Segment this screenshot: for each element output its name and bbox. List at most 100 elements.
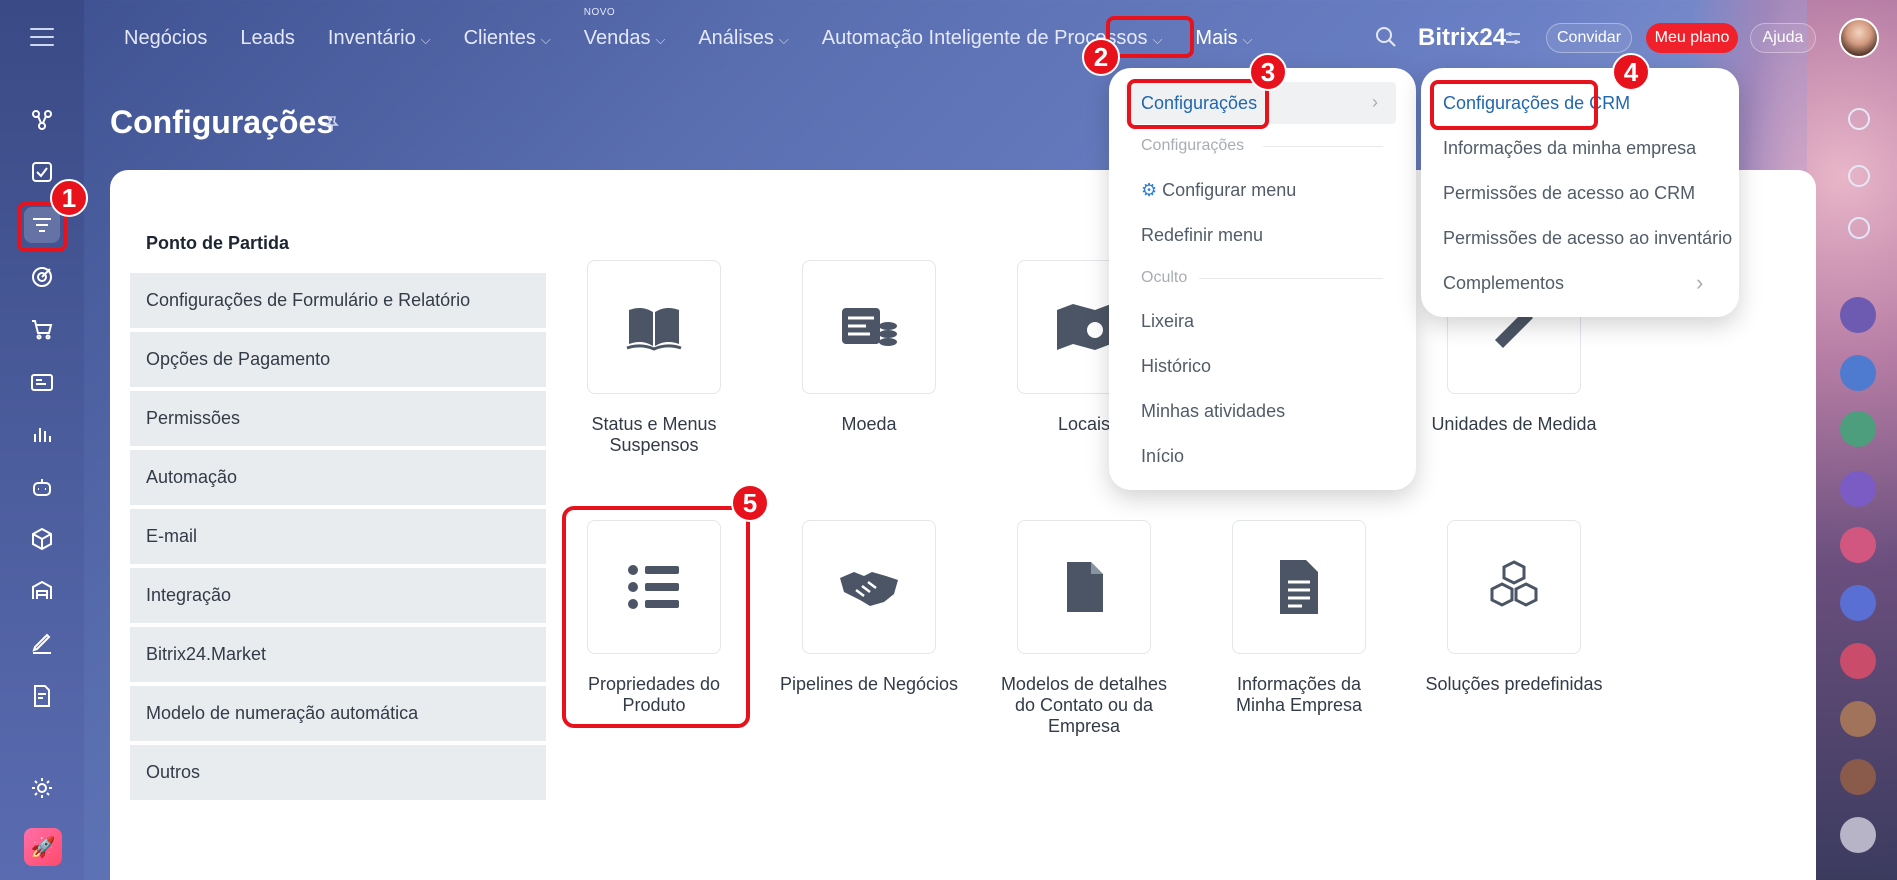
flow-icon[interactable] (24, 102, 60, 138)
chevron-down-icon: ⌵ (778, 31, 789, 47)
menu-section-label: Configurações (1141, 137, 1245, 154)
chevron-down-icon: ⌵ (420, 31, 431, 47)
category-item[interactable]: Modelo de numeração automática (130, 686, 546, 741)
new-tag: NOVO (583, 6, 616, 18)
hamburger-icon[interactable] (30, 28, 54, 52)
document-edit-icon[interactable] (24, 678, 60, 714)
chat-icon[interactable] (1840, 817, 1876, 853)
help-button[interactable]: Ajuda (1750, 23, 1816, 53)
tile-label: Moeda (841, 414, 897, 434)
nav-item-leads[interactable]: Leads (240, 27, 295, 50)
menu-item-configure-menu[interactable]: ⚙ Configurar menu (1141, 180, 1296, 201)
nav-item-sales[interactable]: NOVO Vendas ⌵ (584, 7, 666, 50)
nav-item-analytics[interactable]: Análises ⌵ (698, 27, 788, 50)
group-avatar[interactable] (1840, 643, 1876, 679)
menu-item-trash[interactable]: Lixeira (1141, 311, 1194, 332)
category-item[interactable]: Outros (130, 745, 546, 800)
menu-divider (1263, 146, 1383, 147)
menu-item-history[interactable]: Histórico (1141, 356, 1211, 377)
handshake-icon (840, 572, 898, 606)
tile-label: Soluções predefinidas (1425, 674, 1603, 694)
left-panel-title: Ponto de Partida (146, 233, 290, 253)
settings-gear-icon[interactable] (24, 770, 60, 806)
left-sidebar: 🚀 (0, 0, 84, 880)
chevron-down-icon: ⌵ (1242, 31, 1253, 47)
chevron-down-icon: ⌵ (655, 31, 666, 47)
analytics-icon[interactable] (24, 416, 60, 452)
tile-detail-templates[interactable] (1017, 520, 1151, 654)
highlight-box-5 (562, 506, 750, 728)
category-item[interactable]: Bitrix24.Market (130, 627, 546, 682)
nav-item-deals[interactable]: Negócios (124, 27, 207, 50)
pin-icon[interactable] (323, 115, 341, 133)
brand-logo[interactable]: Bitrix24 (1418, 24, 1506, 52)
chevron-right-icon: › (1372, 92, 1378, 112)
nav-item-more[interactable]: Mais ⌵ (1195, 27, 1252, 50)
document-icon (1280, 560, 1318, 614)
chevron-down-icon: ⌵ (540, 31, 551, 47)
annotation-badge-5: 5 (731, 484, 769, 522)
tile-label: Informações da Minha Empresa (1235, 674, 1363, 715)
category-item[interactable]: E-mail (130, 509, 546, 564)
menu-item-reset-menu[interactable]: Redefinir menu (1141, 225, 1263, 246)
gear-icon: ⚙ (1141, 180, 1158, 200)
target-icon[interactable] (24, 259, 60, 295)
group-avatar[interactable] (1840, 585, 1876, 621)
cart-icon[interactable] (24, 311, 60, 347)
category-item[interactable]: Configurações de Formulário e Relatório (130, 273, 546, 328)
annotation-badge-3: 3 (1249, 53, 1287, 91)
tile-currency[interactable] (802, 260, 936, 394)
highlight-box-4 (1430, 80, 1598, 130)
invite-button[interactable]: Convidar (1546, 23, 1632, 53)
bell-icon[interactable] (1848, 108, 1870, 130)
page-title: Configurações (110, 104, 335, 140)
tasks-avatar[interactable] (1840, 355, 1876, 391)
tile-predefined-solutions[interactable] (1447, 520, 1581, 654)
my-plan-button[interactable]: Meu plano (1646, 23, 1738, 53)
category-item[interactable]: Opções de Pagamento (130, 332, 546, 387)
menu-item-my-activities[interactable]: Minhas atividades (1141, 401, 1285, 422)
spiral-icon[interactable] (1848, 165, 1870, 187)
rocket-icon[interactable]: 🚀 (24, 828, 62, 866)
tile-label: Unidades de Medida (1431, 414, 1597, 434)
contact-card-icon[interactable] (24, 364, 60, 400)
category-item[interactable]: Automação (130, 450, 546, 505)
box-icon[interactable] (24, 521, 60, 557)
sign-icon[interactable] (24, 625, 60, 661)
chevron-right-icon: › (1696, 270, 1704, 295)
tile-label: Status e Menus Suspensos (591, 414, 717, 455)
tile-company-info[interactable] (1232, 520, 1366, 654)
group-avatar[interactable] (1840, 411, 1876, 447)
nav-item-inventory[interactable]: Inventário ⌵ (328, 27, 431, 50)
search-icon[interactable] (1375, 26, 1397, 48)
chat-search-icon[interactable] (1848, 217, 1870, 239)
cubes-icon (1490, 560, 1538, 607)
submenu-item-addons[interactable]: Complementos (1443, 273, 1564, 294)
tile-label: Pipelines de Negócios (779, 674, 959, 694)
menu-item-start[interactable]: Início (1141, 446, 1184, 467)
settings-sliders-icon[interactable] (1504, 30, 1522, 46)
menu-section-label: Oculto (1141, 269, 1188, 286)
submenu-item-inventory-permissions[interactable]: Permissões de acesso ao inventário (1443, 228, 1732, 249)
category-item[interactable]: Permissões (130, 391, 546, 446)
nav-item-clients[interactable]: Clientes ⌵ (464, 27, 551, 50)
annotation-badge-1: 1 (50, 179, 88, 217)
group-avatar[interactable] (1840, 527, 1876, 563)
menu-divider (1199, 278, 1383, 279)
file-icon (1067, 562, 1103, 612)
group-avatar[interactable] (1840, 471, 1876, 507)
category-item[interactable]: Integração (130, 568, 546, 623)
robot-icon[interactable] (24, 469, 60, 505)
submenu-item-crm-permissions[interactable]: Permissões de acesso ao CRM (1443, 183, 1695, 204)
tile-deal-pipelines[interactable] (802, 520, 936, 654)
highlight-box-3 (1127, 79, 1269, 129)
user-avatar[interactable] (1840, 759, 1876, 795)
submenu-item-company-info[interactable]: Informações da minha empresa (1443, 138, 1696, 159)
user-avatar[interactable] (1840, 701, 1876, 737)
warehouse-icon[interactable] (24, 573, 60, 609)
user-avatar[interactable] (1839, 18, 1879, 58)
group-avatar[interactable] (1840, 297, 1876, 333)
tile-status-menus[interactable] (587, 260, 721, 394)
tile-label: Modelos de detalhes do Contato ou da Empre… (1000, 674, 1168, 736)
currency-icon (842, 308, 897, 346)
